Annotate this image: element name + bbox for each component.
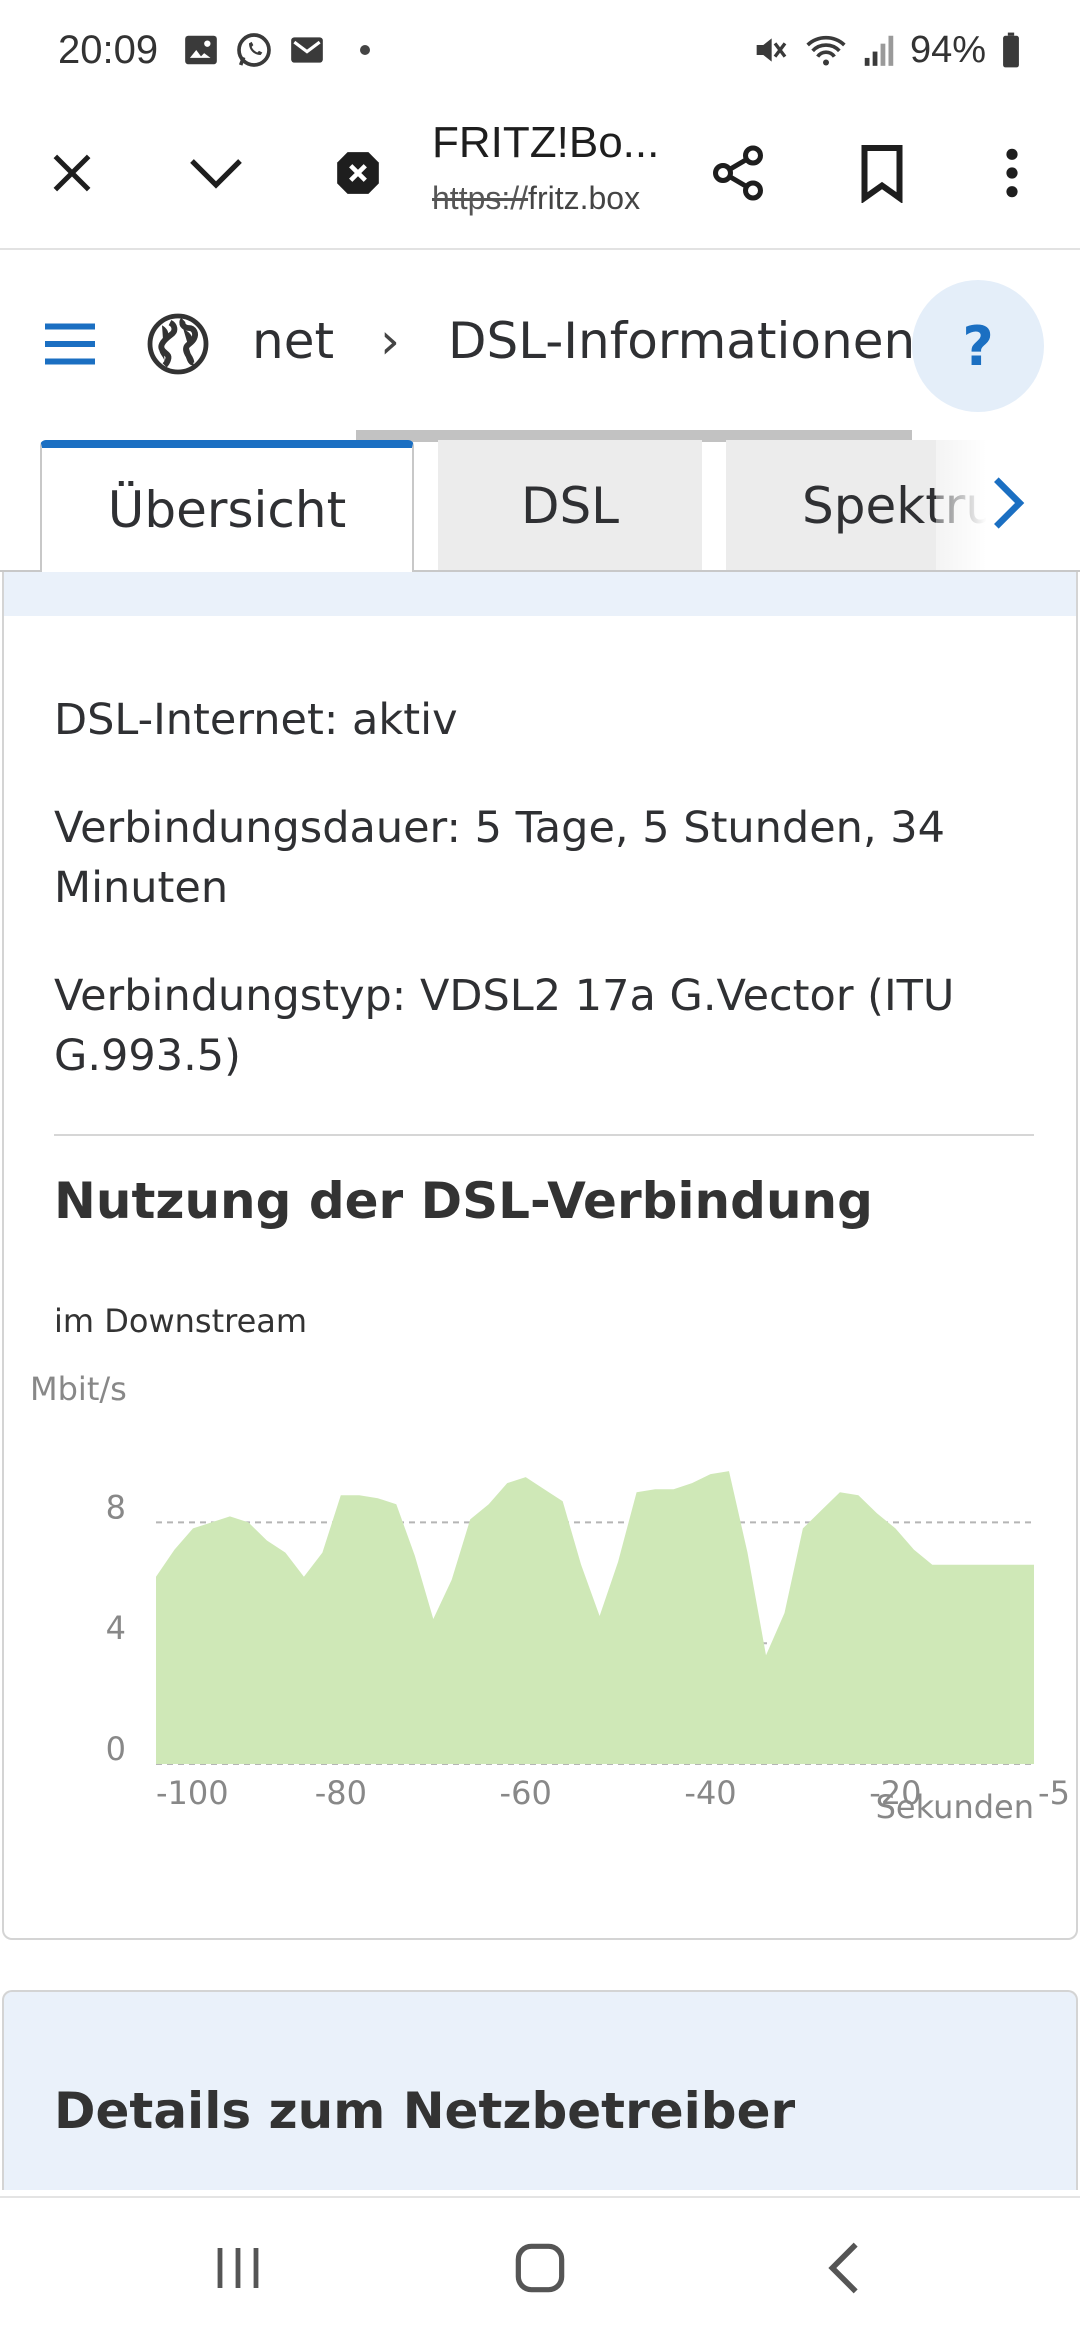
y-tick-label: 4 [106,1609,126,1647]
home-button[interactable] [490,2228,590,2312]
system-nav-bar [0,2196,1080,2340]
chevron-down-icon [188,153,244,197]
downstream-area [156,1471,1034,1764]
breadcrumb-current: DSL-Informationen [448,312,916,370]
y-tick-label: 0 [106,1730,126,1768]
url-display[interactable]: https://fritz.box [432,180,640,217]
y-tick-label: 8 [106,1488,126,1526]
chevron-right-icon [988,475,1028,535]
close-tab-button[interactable] [32,135,112,215]
battery-icon [1000,31,1022,69]
usage-title: Nutzung der DSL-Verbindung [54,1172,873,1230]
x-tick-label: -100 [156,1774,229,1812]
hamburger-menu-icon [40,323,100,378]
mute-icon [750,30,790,70]
security-info-button[interactable] [318,135,398,215]
close-icon [47,148,97,202]
usage-subtitle: im Downstream [54,1302,308,1340]
share-icon [708,143,768,207]
url-scheme: https:// [432,180,529,216]
connection-type: Verbindungstyp: VDSL2 17a G.Vector (ITU … [54,971,955,1081]
breadcrumb-parent[interactable]: net [252,312,334,370]
home-icon [514,2242,566,2298]
provider-title: Details zum Netzbetreiber [54,2082,796,2140]
tab-bar: Übersicht DSL Spektrum [0,440,1080,572]
card-header [4,572,1076,616]
status-bar: 20:09 94% [0,0,1080,100]
status-time: 20:09 [58,27,159,72]
y-ticks: 0 4 8 [106,1488,126,1768]
mail-icon [288,31,326,69]
url-host: fritz.box [528,180,641,216]
tabs-scroll-right-button[interactable] [936,440,1080,570]
back-icon [826,2240,862,2300]
y-axis-label: Mbit/s [30,1370,127,1408]
x-tick-label: -40 [684,1774,736,1812]
provider-card: Details zum Netzbetreiber [2,1990,1078,2190]
dsl-internet-status: DSL-Internet: aktiv [54,695,458,745]
minimize-button[interactable] [176,135,256,215]
menu-button[interactable] [40,314,100,374]
battery-level: 94% [909,28,986,71]
recent-apps-icon [212,2244,264,2296]
share-button[interactable] [698,135,778,215]
tab-uebersicht[interactable]: Übersicht [40,440,414,572]
page-header: net › DSL-Informationen ? [0,252,1080,432]
whatsapp-icon [234,30,274,70]
breadcrumb-separator: › [380,312,400,370]
signal-icon [862,31,896,69]
page-title[interactable]: FRITZ!Bo... [432,118,659,168]
bookmark-button[interactable] [842,135,922,215]
downstream-chart: Mbit/s 048 -100 -80 -60 -40 -20 -5 Sekunden [30,1370,1070,1826]
recent-apps-button[interactable] [188,2228,288,2312]
help-button[interactable]: ? [912,280,1044,412]
back-button[interactable] [794,2228,894,2312]
x-tick-label: -80 [315,1774,367,1812]
x-tick-label: -60 [500,1774,552,1812]
tab-dsl[interactable]: DSL [438,440,702,572]
x-tick-label: -5 [1038,1774,1070,1812]
more-options-button[interactable] [972,135,1052,215]
notification-dot-icon [360,45,371,55]
x-axis-label: Sekunden [876,1788,1034,1826]
bookmark-icon [857,143,907,207]
wifi-icon [804,30,848,70]
connection-duration: Verbindungsdauer: 5 Tage, 5 Stunden, 34 … [54,803,945,913]
overview-card: DSL-Internet: aktiv Verbindungsdauer: 5 … [2,572,1078,1940]
divider [54,1134,1034,1136]
browser-toolbar: FRITZ!Bo... https://fritz.box [0,100,1080,250]
more-vertical-icon [1002,145,1022,205]
globe-icon [146,312,210,380]
gallery-icon [182,31,220,69]
not-secure-icon [333,148,383,202]
